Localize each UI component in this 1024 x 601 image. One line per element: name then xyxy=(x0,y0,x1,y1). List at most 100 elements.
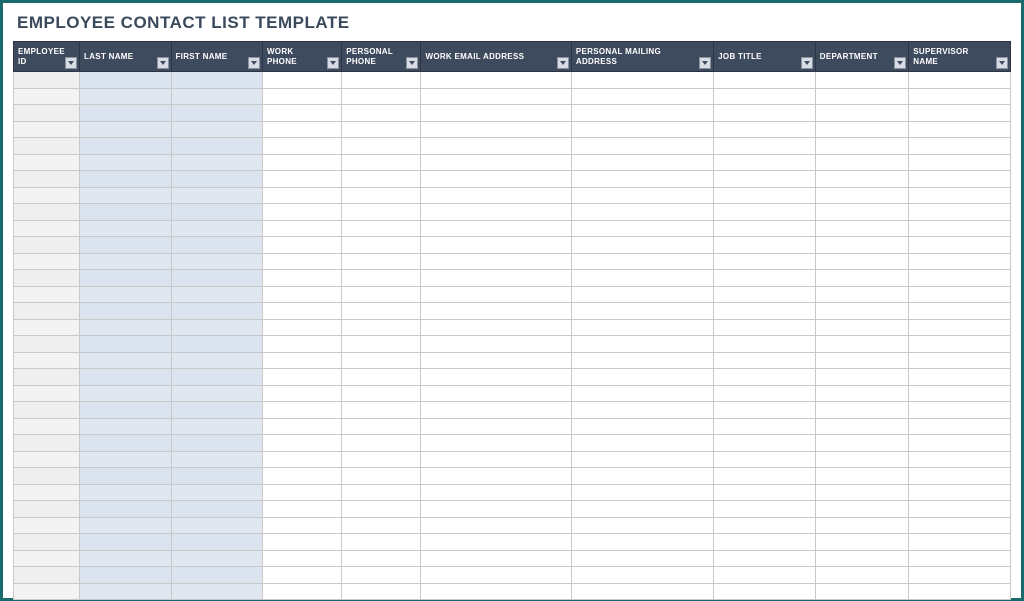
cell-department[interactable] xyxy=(815,336,909,353)
cell-department[interactable] xyxy=(815,88,909,105)
cell-employee_id[interactable] xyxy=(14,468,80,485)
cell-employee_id[interactable] xyxy=(14,303,80,320)
cell-department[interactable] xyxy=(815,270,909,287)
cell-department[interactable] xyxy=(815,352,909,369)
cell-last_name[interactable] xyxy=(80,187,171,204)
cell-work_email[interactable] xyxy=(421,319,571,336)
cell-personal_phone[interactable] xyxy=(342,517,421,534)
cell-department[interactable] xyxy=(815,253,909,270)
cell-job_title[interactable] xyxy=(714,534,816,551)
cell-supervisor[interactable] xyxy=(909,237,1011,254)
cell-employee_id[interactable] xyxy=(14,583,80,600)
header-last-name[interactable]: LAST NAME xyxy=(80,42,171,72)
cell-mailing_address[interactable] xyxy=(571,567,713,584)
cell-first_name[interactable] xyxy=(171,220,262,237)
cell-work_phone[interactable] xyxy=(262,237,341,254)
cell-last_name[interactable] xyxy=(80,468,171,485)
cell-personal_phone[interactable] xyxy=(342,286,421,303)
cell-work_email[interactable] xyxy=(421,501,571,518)
cell-job_title[interactable] xyxy=(714,220,816,237)
cell-first_name[interactable] xyxy=(171,385,262,402)
cell-job_title[interactable] xyxy=(714,171,816,188)
cell-work_email[interactable] xyxy=(421,484,571,501)
cell-job_title[interactable] xyxy=(714,72,816,89)
cell-employee_id[interactable] xyxy=(14,286,80,303)
cell-department[interactable] xyxy=(815,418,909,435)
cell-mailing_address[interactable] xyxy=(571,336,713,353)
cell-first_name[interactable] xyxy=(171,435,262,452)
cell-department[interactable] xyxy=(815,468,909,485)
cell-supervisor[interactable] xyxy=(909,402,1011,419)
cell-employee_id[interactable] xyxy=(14,567,80,584)
cell-work_phone[interactable] xyxy=(262,105,341,122)
cell-personal_phone[interactable] xyxy=(342,138,421,155)
cell-mailing_address[interactable] xyxy=(571,418,713,435)
cell-last_name[interactable] xyxy=(80,72,171,89)
cell-first_name[interactable] xyxy=(171,187,262,204)
header-mailing-address[interactable]: PERSONAL MAILING ADDRESS xyxy=(571,42,713,72)
cell-mailing_address[interactable] xyxy=(571,501,713,518)
cell-personal_phone[interactable] xyxy=(342,171,421,188)
cell-mailing_address[interactable] xyxy=(571,138,713,155)
cell-personal_phone[interactable] xyxy=(342,121,421,138)
cell-department[interactable] xyxy=(815,501,909,518)
cell-work_email[interactable] xyxy=(421,171,571,188)
cell-job_title[interactable] xyxy=(714,204,816,221)
cell-supervisor[interactable] xyxy=(909,451,1011,468)
cell-job_title[interactable] xyxy=(714,517,816,534)
cell-employee_id[interactable] xyxy=(14,105,80,122)
cell-work_email[interactable] xyxy=(421,121,571,138)
cell-first_name[interactable] xyxy=(171,484,262,501)
cell-work_phone[interactable] xyxy=(262,204,341,221)
cell-supervisor[interactable] xyxy=(909,418,1011,435)
cell-work_email[interactable] xyxy=(421,435,571,452)
cell-mailing_address[interactable] xyxy=(571,550,713,567)
cell-mailing_address[interactable] xyxy=(571,385,713,402)
cell-work_phone[interactable] xyxy=(262,451,341,468)
cell-job_title[interactable] xyxy=(714,286,816,303)
cell-employee_id[interactable] xyxy=(14,352,80,369)
filter-dropdown-icon[interactable] xyxy=(801,57,813,69)
cell-job_title[interactable] xyxy=(714,369,816,386)
cell-mailing_address[interactable] xyxy=(571,369,713,386)
cell-work_email[interactable] xyxy=(421,138,571,155)
cell-work_phone[interactable] xyxy=(262,336,341,353)
cell-work_email[interactable] xyxy=(421,105,571,122)
cell-employee_id[interactable] xyxy=(14,187,80,204)
cell-job_title[interactable] xyxy=(714,468,816,485)
header-personal-phone[interactable]: PERSONAL PHONE xyxy=(342,42,421,72)
cell-employee_id[interactable] xyxy=(14,88,80,105)
cell-personal_phone[interactable] xyxy=(342,352,421,369)
cell-last_name[interactable] xyxy=(80,534,171,551)
cell-first_name[interactable] xyxy=(171,468,262,485)
cell-supervisor[interactable] xyxy=(909,435,1011,452)
cell-employee_id[interactable] xyxy=(14,484,80,501)
cell-first_name[interactable] xyxy=(171,583,262,600)
cell-department[interactable] xyxy=(815,567,909,584)
cell-department[interactable] xyxy=(815,286,909,303)
cell-mailing_address[interactable] xyxy=(571,253,713,270)
cell-last_name[interactable] xyxy=(80,121,171,138)
cell-first_name[interactable] xyxy=(171,567,262,584)
cell-work_phone[interactable] xyxy=(262,138,341,155)
cell-last_name[interactable] xyxy=(80,303,171,320)
cell-work_email[interactable] xyxy=(421,517,571,534)
cell-job_title[interactable] xyxy=(714,501,816,518)
cell-department[interactable] xyxy=(815,451,909,468)
cell-work_phone[interactable] xyxy=(262,550,341,567)
cell-mailing_address[interactable] xyxy=(571,105,713,122)
cell-employee_id[interactable] xyxy=(14,253,80,270)
cell-work_email[interactable] xyxy=(421,204,571,221)
header-supervisor[interactable]: SUPERVISOR NAME xyxy=(909,42,1011,72)
cell-first_name[interactable] xyxy=(171,88,262,105)
cell-work_phone[interactable] xyxy=(262,501,341,518)
cell-work_email[interactable] xyxy=(421,303,571,320)
cell-employee_id[interactable] xyxy=(14,237,80,254)
cell-job_title[interactable] xyxy=(714,138,816,155)
cell-personal_phone[interactable] xyxy=(342,418,421,435)
cell-job_title[interactable] xyxy=(714,154,816,171)
cell-first_name[interactable] xyxy=(171,534,262,551)
cell-work_email[interactable] xyxy=(421,550,571,567)
cell-last_name[interactable] xyxy=(80,583,171,600)
cell-job_title[interactable] xyxy=(714,402,816,419)
